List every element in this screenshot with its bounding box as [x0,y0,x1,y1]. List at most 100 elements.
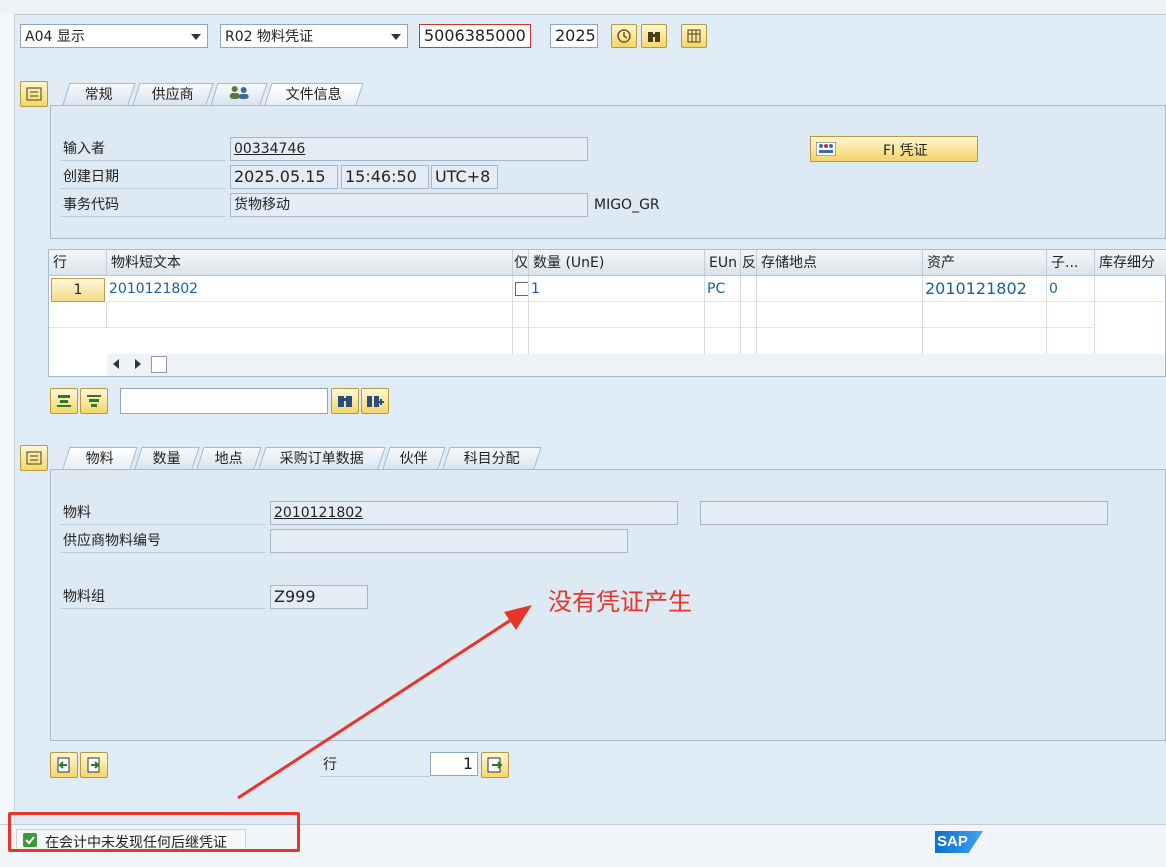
previous-item-button[interactable] [50,752,78,778]
col-header-asset[interactable]: 资产 [923,250,1047,276]
cell-sub[interactable]: 0 [1047,276,1095,302]
expand-icon [26,87,42,101]
horizontal-scrollbar[interactable] [107,354,1165,376]
tab-document-info[interactable]: 文件信息 [264,83,364,105]
tab-material[interactable]: 物料 [62,447,138,469]
empty-row-cell [923,328,1047,354]
material-field: 2010121802 [270,501,678,525]
action-select[interactable]: A04 显示 [20,24,208,48]
tab-po-data[interactable]: 采购订单数据 [258,447,386,469]
find-row-button[interactable] [331,388,359,414]
cell-unit[interactable]: PC [705,276,741,302]
go-icon [487,757,503,773]
prev-item-icon [57,757,70,773]
cell-only-checkbox[interactable] [513,276,529,302]
cell-quantity[interactable]: 1 [529,276,705,302]
chevron-down-icon [191,34,201,40]
created-date-field: 2025.05.15 [230,165,338,189]
empty-row-cell [529,302,705,328]
empty-row-cell [705,302,741,328]
filter-button[interactable] [80,388,108,414]
action-select-value: A04 显示 [25,29,85,45]
empty-row-cell [107,302,513,328]
tab-vendor[interactable]: 供应商 [132,83,214,105]
empty-row-cell [513,328,529,354]
tcode-label: 事务代码 [60,193,226,217]
cell-storage-location[interactable] [757,276,923,302]
scroll-left-icon[interactable] [113,359,119,369]
empty-row-cell [757,302,923,328]
find-button[interactable] [641,24,667,48]
col-header-line[interactable]: 行 [49,250,107,276]
col-header-sub[interactable]: 子... [1047,250,1095,276]
cell-material[interactable]: 2010121802 [107,276,513,302]
empty-row-cell [757,328,923,354]
empty-row-cell [705,328,741,354]
tab-general[interactable]: 常规 [62,83,136,105]
created-time-field: 15:46:50 [341,165,429,189]
fi-doc-icon [816,142,836,156]
layout-button[interactable] [681,24,707,48]
annotation-arrow [237,605,532,800]
next-item-button[interactable] [80,752,108,778]
empty-row-cell [741,302,757,328]
cell-stock-breakdown[interactable] [1095,276,1166,302]
tab-partners[interactable] [210,83,268,105]
col-header-stock-breakdown[interactable]: 库存细分 [1095,250,1166,276]
col-header-reverse[interactable]: 反 [741,250,757,276]
binoculars-icon [648,32,660,42]
col-header-material-text[interactable]: 物料短文本 [107,250,513,276]
document-number-input[interactable]: 5006385000 [419,24,531,48]
document-type-select[interactable]: R02 物料凭证 [220,24,408,48]
fi-document-button[interactable]: FI 凭证 [810,136,978,162]
cell-asset[interactable]: 2010121802 [923,276,1047,302]
execute-button[interactable] [611,24,637,48]
grid-search-input[interactable] [120,388,328,414]
empty-row-cell [741,328,757,354]
align-top-icon [57,395,71,407]
people-icon [229,86,249,99]
created-date-label: 创建日期 [60,165,226,189]
col-header-quantity[interactable]: 数量 (UnE) [529,250,705,276]
cell-reverse[interactable] [741,276,757,302]
fi-document-label: FI 凭证 [883,143,928,159]
filter-icon [87,395,101,407]
grid-icon [687,29,701,43]
empty-row-cell [923,302,1047,328]
vendor-material-label: 供应商物料编号 [60,529,266,553]
annotation-text: 没有凭证产生 [548,588,692,616]
line-number-input[interactable]: 1 [430,752,478,776]
tab-quantity[interactable]: 数量 [134,447,200,469]
col-header-only[interactable]: 仅 [513,250,529,276]
align-top-button[interactable] [50,388,78,414]
empty-row-cell [1047,328,1095,354]
tab-partner[interactable]: 伙伴 [382,447,446,469]
material-description-field [700,501,1108,525]
vendor-material-field [270,529,628,553]
expand-icon [26,451,42,465]
find-next-icon [367,396,384,407]
row-selector[interactable]: 1 [51,278,105,302]
empty-row-cell [49,302,107,328]
find-next-button[interactable] [361,388,389,414]
tab-account-assignment[interactable]: 科目分配 [442,447,542,469]
col-header-storage-location[interactable]: 存储地点 [757,250,923,276]
empty-row-cell [529,328,705,354]
expand-header-button[interactable] [20,81,48,107]
entered-by-label: 输入者 [60,137,226,161]
display-change-icon [617,29,631,43]
chevron-down-icon [391,34,401,40]
scroll-thumb[interactable] [151,356,167,373]
scroll-right-icon[interactable] [135,359,141,369]
tab-location[interactable]: 地点 [196,447,262,469]
tcode-value: MIGO_GR [594,197,660,213]
expand-detail-button[interactable] [20,445,48,471]
empty-row-cell [107,328,513,354]
next-item-icon [87,757,100,773]
year-input[interactable]: 2025 [550,24,598,48]
document-type-value: R02 物料凭证 [225,29,313,45]
tcode-text-field: 货物移动 [230,193,588,217]
col-header-unit[interactable]: EUn [705,250,741,276]
empty-row-cell [513,302,529,328]
go-to-line-button[interactable] [481,752,509,778]
